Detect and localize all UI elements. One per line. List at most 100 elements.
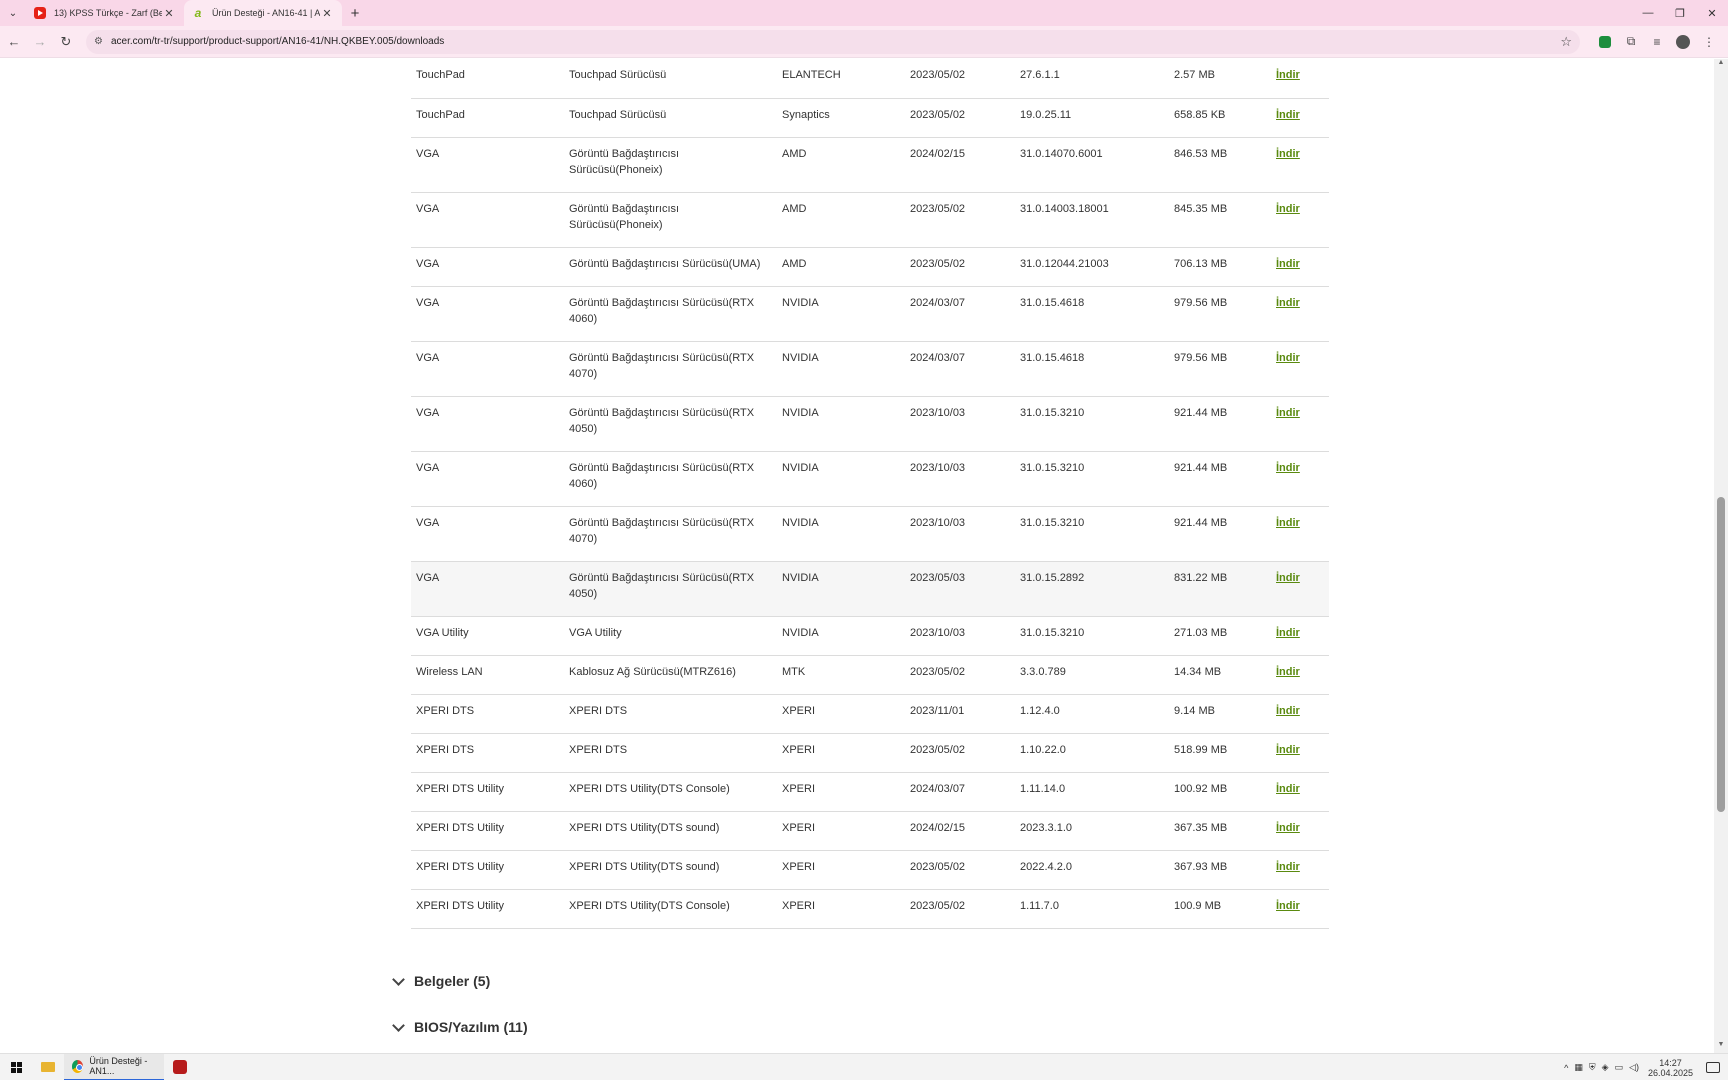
bookmark-star-icon[interactable]: ☆ bbox=[1560, 34, 1572, 50]
cell-vendor: XPERI bbox=[777, 850, 905, 890]
cell-category: XPERI DTS Utility bbox=[411, 772, 564, 812]
cell-category: VGA bbox=[411, 137, 564, 193]
cell-description: VGA Utility bbox=[564, 616, 777, 656]
table-row: TouchPad Touchpad Sürücüsü ELANTECH 2023/05… bbox=[411, 59, 1329, 99]
download-link[interactable]: İndir bbox=[1276, 822, 1300, 834]
scroll-down-arrow-icon[interactable]: ▼ bbox=[1714, 1041, 1728, 1053]
cell-vendor: NVIDIA bbox=[777, 396, 905, 452]
tab-kpss[interactable]: 13) KPSS Türkçe - Zarf (Belirteç) ✕ bbox=[26, 0, 184, 26]
cell-size: 518.99 MB bbox=[1169, 733, 1271, 773]
download-link[interactable]: İndir bbox=[1276, 627, 1300, 639]
tray-security-icon[interactable]: ⛨ bbox=[1589, 1062, 1596, 1073]
download-link[interactable]: İndir bbox=[1276, 861, 1300, 873]
cell-description: Görüntü Bağdaştırıcısı Sürücüsü(UMA) bbox=[564, 247, 777, 287]
youtube-icon bbox=[34, 7, 46, 19]
tab-close-icon[interactable]: ✕ bbox=[162, 7, 176, 20]
scroll-up-arrow-icon[interactable]: ▲ bbox=[1714, 59, 1728, 71]
tray-shield-icon[interactable]: ◈ bbox=[1602, 1062, 1609, 1073]
windows-start-icon[interactable] bbox=[0, 1054, 32, 1080]
address-bar[interactable]: ⚙ acer.com/tr-tr/support/product-support… bbox=[86, 29, 1580, 54]
cell-size: 367.35 MB bbox=[1169, 811, 1271, 851]
cell-size: 100.9 MB bbox=[1169, 889, 1271, 929]
download-link[interactable]: İndir bbox=[1276, 352, 1300, 364]
table-row: Wireless LAN Kablosuz Ağ Sürücüsü(MTRZ616… bbox=[411, 655, 1329, 695]
tab-acer-support[interactable]: a Ürün Desteği - AN16-41 | Acer ✕ bbox=[184, 0, 342, 26]
download-link[interactable]: İndir bbox=[1276, 109, 1300, 121]
taskbar-app-icon[interactable] bbox=[164, 1054, 196, 1080]
page-scrollbar[interactable]: ▲ ▼ bbox=[1714, 59, 1728, 1053]
minimize-icon[interactable]: — bbox=[1632, 0, 1664, 26]
cell-description: Görüntü Bağdaştırıcısı Sürücüsü(Phoneix) bbox=[564, 192, 777, 248]
forward-arrow-icon[interactable]: → bbox=[28, 30, 52, 54]
tab-close-icon[interactable]: ✕ bbox=[320, 7, 334, 20]
os-taskbar: Ürün Desteği - AN1... ^ ▦ ⛨ ◈ ▭ ◁) 14:27… bbox=[0, 1053, 1728, 1080]
section-bios-software-toggle[interactable]: BIOS/Yazılım (11) bbox=[392, 1019, 528, 1035]
cell-version: 31.0.15.4618 bbox=[1015, 341, 1169, 397]
download-link[interactable]: İndir bbox=[1276, 900, 1300, 912]
cell-download: İndir bbox=[1271, 98, 1329, 138]
notification-icon[interactable] bbox=[1706, 1062, 1720, 1073]
new-tab-plus-icon[interactable]: + bbox=[342, 0, 368, 26]
menu-kebab-icon[interactable]: ⋮ bbox=[1696, 35, 1722, 49]
download-link[interactable]: İndir bbox=[1276, 407, 1300, 419]
table-row: XPERI DTS Utility XPERI DTS Utility(DTS s… bbox=[411, 811, 1329, 851]
profile-avatar-icon[interactable] bbox=[1676, 34, 1690, 49]
table-row: TouchPad Touchpad Sürücüsü Synaptics 2023/0… bbox=[411, 98, 1329, 138]
cell-download: İndir bbox=[1271, 192, 1329, 248]
cell-vendor: NVIDIA bbox=[777, 341, 905, 397]
reload-icon[interactable]: ↻ bbox=[54, 30, 78, 54]
table-row: VGA Görüntü Bağdaştırıcısı Sürücüsü(RTX 4… bbox=[411, 396, 1329, 452]
tab-title: 13) KPSS Türkçe - Zarf (Belirteç) bbox=[54, 8, 162, 18]
download-link[interactable]: İndir bbox=[1276, 148, 1300, 160]
download-link[interactable]: İndir bbox=[1276, 517, 1300, 529]
download-link[interactable]: İndir bbox=[1276, 744, 1300, 756]
tray-chevron-up-icon[interactable]: ^ bbox=[1564, 1063, 1568, 1073]
cell-size: 921.44 MB bbox=[1169, 396, 1271, 452]
close-window-icon[interactable]: ✕ bbox=[1696, 0, 1728, 26]
chrome-icon bbox=[72, 1059, 84, 1073]
restore-icon[interactable]: ❐ bbox=[1664, 0, 1696, 26]
back-arrow-icon[interactable]: ← bbox=[2, 30, 26, 54]
download-link[interactable]: İndir bbox=[1276, 297, 1300, 309]
chevron-down-icon bbox=[392, 975, 404, 987]
cell-description: Touchpad Sürücüsü bbox=[564, 98, 777, 138]
taskbar-chrome-window[interactable]: Ürün Desteği - AN1... bbox=[64, 1053, 164, 1080]
media-controls-icon[interactable]: ≡ bbox=[1644, 35, 1670, 49]
extensions-puzzle-icon[interactable]: ⧉ bbox=[1618, 34, 1644, 49]
site-info-icon[interactable]: ⚙ bbox=[94, 36, 103, 47]
download-link[interactable]: İndir bbox=[1276, 783, 1300, 795]
download-link[interactable]: İndir bbox=[1276, 462, 1300, 474]
download-link[interactable]: İndir bbox=[1276, 705, 1300, 717]
cell-description: Görüntü Bağdaştırıcısı Sürücüsü(RTX 4050… bbox=[564, 561, 777, 617]
table-row: XPERI DTS XPERI DTS XPERI 2023/05/02 1.10.22… bbox=[411, 733, 1329, 773]
cell-size: 979.56 MB bbox=[1169, 286, 1271, 342]
cell-description: XPERI DTS Utility(DTS Console) bbox=[564, 889, 777, 929]
volume-icon[interactable]: ◁) bbox=[1629, 1062, 1639, 1073]
download-link[interactable]: İndir bbox=[1276, 666, 1300, 678]
tray-app-icon[interactable]: ▦ bbox=[1574, 1062, 1583, 1073]
download-link[interactable]: İndir bbox=[1276, 258, 1300, 270]
cell-version: 31.0.15.3210 bbox=[1015, 396, 1169, 452]
cell-download: İndir bbox=[1271, 772, 1329, 812]
tab-search-chevron-icon[interactable]: ⌄ bbox=[0, 0, 26, 26]
table-row: VGA Görüntü Bağdaştırıcısı Sürücüsü(RTX 4… bbox=[411, 561, 1329, 617]
cell-download: İndir bbox=[1271, 396, 1329, 452]
cell-date: 2023/05/02 bbox=[905, 655, 1015, 695]
file-explorer-icon[interactable] bbox=[32, 1054, 64, 1080]
cell-vendor: XPERI bbox=[777, 889, 905, 929]
table-row: XPERI DTS Utility XPERI DTS Utility(DTS C… bbox=[411, 772, 1329, 812]
section-documents-toggle[interactable]: Belgeler (5) bbox=[392, 973, 490, 989]
table-row: VGA Görüntü Bağdaştırıcısı Sürücüsü(Phone… bbox=[411, 192, 1329, 248]
system-clock[interactable]: 14:27 26.04.2025 bbox=[1648, 1058, 1693, 1078]
extension-shield-icon[interactable] bbox=[1592, 35, 1618, 48]
url-text[interactable]: acer.com/tr-tr/support/product-support/A… bbox=[111, 36, 1560, 47]
cell-category: VGA bbox=[411, 192, 564, 248]
download-link[interactable]: İndir bbox=[1276, 572, 1300, 584]
network-icon[interactable]: ▭ bbox=[1615, 1062, 1624, 1073]
cell-description: XPERI DTS Utility(DTS Console) bbox=[564, 772, 777, 812]
scrollbar-thumb[interactable] bbox=[1717, 497, 1725, 812]
cell-vendor: AMD bbox=[777, 192, 905, 248]
cell-download: İndir bbox=[1271, 655, 1329, 695]
download-link[interactable]: İndir bbox=[1276, 69, 1300, 81]
download-link[interactable]: İndir bbox=[1276, 203, 1300, 215]
